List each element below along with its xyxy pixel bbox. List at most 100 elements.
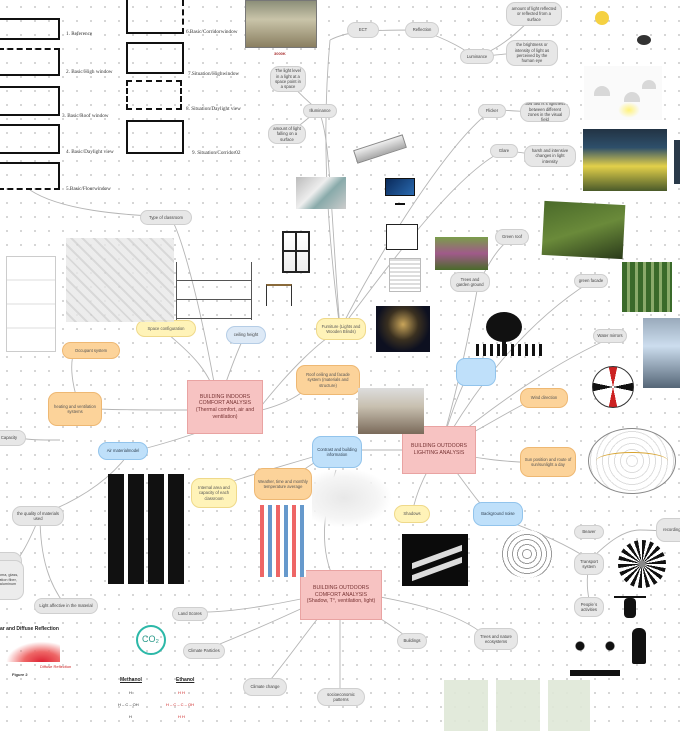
noise-image — [500, 530, 554, 578]
node-green-roof[interactable]: Green roof — [495, 229, 529, 245]
building-section-image — [176, 262, 252, 320]
node-luminance[interactable]: Luminance — [460, 49, 494, 64]
window-mullion — [295, 231, 297, 273]
plan-floor-window — [0, 162, 60, 190]
whiteboard-image — [386, 224, 418, 250]
shadow-sketch-image — [312, 468, 392, 528]
garden-photo — [435, 237, 488, 270]
node-microclimate[interactable] — [456, 358, 496, 386]
plan-high-window — [0, 48, 60, 76]
node-wind-direction[interactable]: Wind direction — [520, 388, 568, 408]
caption-floor-window: 5.Basic/Floorwindow — [66, 186, 111, 192]
node-green-facade[interactable]: green facade — [574, 274, 608, 288]
building-facade-photo — [358, 388, 424, 434]
thermometers-image — [260, 505, 306, 577]
node-furniture-lights[interactable]: Furniture (Lights and Wooden Blinds) — [316, 318, 366, 340]
node-occupant-system[interactable]: Occupant system — [62, 342, 120, 359]
node-climate-particles[interactable]: Climate Particles — [183, 643, 225, 659]
skylights-image — [296, 177, 346, 209]
pendant-lamps-image — [584, 66, 662, 120]
diffuse-title: ar and Diffuse Reflection — [0, 626, 59, 632]
caption-roof-window: 3. Basic/Roof window — [62, 113, 109, 119]
caption-situation-corridor: 9. Situation/Corridor02 — [192, 150, 241, 156]
ethanol-h-bottom: H H — [178, 714, 185, 719]
node-heating-ventilation[interactable]: heating and ventilation systems — [48, 392, 102, 426]
node-amount-light-falling[interactable]: amount of light falling on a surface — [268, 124, 306, 144]
caption-corridor-window: 6.Basic/Corridorwindow — [186, 29, 238, 35]
node-space-configuration[interactable]: Space configuration — [136, 320, 196, 337]
node-roma-glass[interactable]: roma, glass, ation fiber, aluminum — [0, 560, 24, 600]
node-socioeconomic[interactable]: socioeconomic patterns — [317, 688, 365, 706]
ethanol-h-top: H H — [178, 690, 185, 695]
node-roof-ceiling-facade[interactable]: Roof ceiling and facade system (material… — [296, 365, 360, 395]
node-contrast-building[interactable]: Contrast and building information — [312, 436, 362, 468]
topic-outdoors-comfort[interactable]: BUILDING OUTDOORS COMFORT ANALYSIS (Shad… — [300, 570, 382, 620]
node-buildings[interactable]: Buildings — [397, 633, 427, 649]
sun-path-arc — [596, 452, 668, 470]
monitor-stand — [395, 197, 405, 205]
plan-corridor-window — [126, 0, 184, 34]
diffuse-reflection-label: Diffuse Reflection — [40, 664, 72, 669]
node-type-classroom[interactable]: Type of classroom — [140, 210, 192, 225]
node-recording[interactable]: recording t — [656, 518, 680, 542]
node-light-level[interactable]: The light level in a light at a space po… — [270, 66, 306, 92]
caption-situation-high: 7.Situation/Highwindow — [188, 71, 240, 77]
airflow-icons-grid — [108, 474, 186, 584]
node-quality-materials[interactable]: the quality of materials used — [12, 506, 64, 526]
caption-situation-daylight: 8. Situation/Daylight view — [186, 106, 241, 112]
blinds-image — [389, 258, 421, 292]
node-light-affective[interactable]: Light affective in the material — [34, 598, 98, 614]
monitor-image — [385, 178, 415, 196]
people-table-silhouette — [570, 640, 620, 676]
methanol-h-top: H — [129, 690, 132, 695]
node-capacity[interactable]: Capacity — [0, 430, 26, 446]
topic-indoors-comfort[interactable]: BUILDING INDOORS COMFORT ANALYSIS (Therm… — [187, 380, 263, 434]
plan-situation-daylight — [126, 80, 182, 110]
node-water-mirrors[interactable]: Water mirrors — [593, 329, 627, 343]
node-flicker[interactable]: Flicker — [478, 104, 506, 118]
node-brightness[interactable]: the brightness or intensity of light as … — [506, 40, 558, 66]
plan-reference — [0, 18, 60, 40]
node-weather-time[interactable]: Weather, time and monthly temperature av… — [254, 468, 312, 500]
ethanol-formula: H – C – C – OH — [166, 702, 195, 707]
node-background-noise[interactable]: Background noise — [473, 502, 523, 526]
plan-roof-window — [0, 86, 60, 116]
caption-high-window: 2. Basic/High window — [66, 69, 113, 75]
node-amount-light-reflected[interactable]: amount of light reflected or reflected f… — [506, 2, 562, 26]
sun-diagram-image — [585, 5, 665, 60]
methanol-label: Methanol — [120, 677, 142, 683]
dark-panel-image — [674, 140, 680, 184]
glare-room-image — [583, 129, 667, 191]
diffuse-reflection-figure — [0, 638, 60, 662]
node-land-scores[interactable]: Land Scores — [172, 607, 208, 621]
green-facade-photo — [622, 262, 672, 312]
node-climate-change[interactable]: Climate change — [243, 678, 287, 696]
woman-silhouette — [632, 628, 646, 664]
plan-situation-corridor — [126, 120, 184, 154]
water-mirrors-photo — [643, 318, 680, 388]
node-air-material[interactable]: Air materialmodel — [98, 442, 148, 460]
transport-icons-circle — [618, 540, 666, 588]
node-illuminance[interactable]: Illuminance — [303, 104, 337, 118]
node-ect[interactable]: ECT — [347, 22, 379, 38]
node-transport-system[interactable]: Transport system — [574, 553, 604, 575]
node-glare-desc[interactable]: harsh and intensive changes in light int… — [524, 145, 576, 167]
node-shadows[interactable]: Shadows — [394, 505, 430, 523]
node-ceiling-height[interactable]: ceiling height — [226, 326, 266, 344]
node-internal-area[interactable]: Internal area and capacity of each class… — [191, 478, 237, 508]
node-sun-position[interactable]: Sun position and route of sun/sunlight a… — [520, 447, 576, 477]
node-peoples-activities[interactable]: People´s activities — [574, 597, 604, 617]
node-beaver[interactable]: Beaver — [574, 525, 604, 539]
node-glare[interactable]: Glare — [490, 144, 518, 158]
window-transom — [282, 250, 310, 252]
caption-reference: 1. Reference — [66, 31, 93, 37]
classroom-photo — [245, 0, 317, 48]
compass-image — [592, 366, 634, 408]
node-trees-garden[interactable]: Trees and garden ground — [450, 272, 490, 292]
node-trees-ecosystems[interactable]: Trees and nature ecosystems — [474, 628, 518, 650]
node-reflection[interactable]: Reflection — [405, 22, 439, 38]
node-flicker-desc[interactable]: how fast is it lightness between differe… — [520, 102, 570, 122]
figure-label: Figure 2 — [12, 672, 28, 677]
window-shadow-photo — [402, 534, 468, 586]
urban-plans-grid — [444, 680, 590, 731]
